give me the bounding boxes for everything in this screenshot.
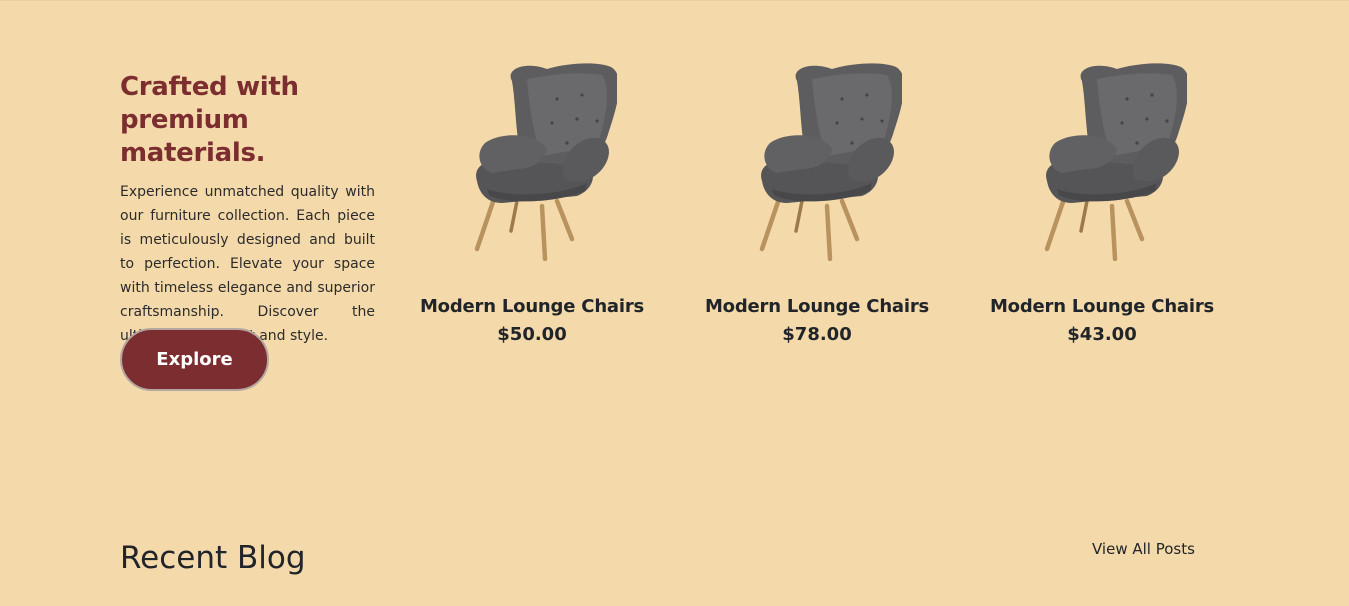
intro-text: Experience unmatched quality with our fu… bbox=[120, 184, 375, 344]
product-card[interactable]: Modern Lounge Chairs $43.00 bbox=[987, 61, 1217, 347]
explore-button[interactable]: Explore bbox=[120, 328, 269, 391]
armchair-image bbox=[474, 63, 617, 261]
product-name: Modern Lounge Chairs bbox=[704, 296, 930, 317]
heading-line-1: Crafted with bbox=[120, 72, 299, 102]
product-card[interactable]: Modern Lounge Chairs $78.00 bbox=[702, 61, 932, 347]
product-price: $78.00 bbox=[782, 324, 852, 345]
section-heading: Crafted with premium materials. bbox=[120, 71, 375, 170]
product-name: Modern Lounge Chairs bbox=[419, 296, 645, 317]
blog-section-title: Recent Blog bbox=[120, 540, 306, 576]
product-name: Modern Lounge Chairs bbox=[989, 296, 1215, 317]
armchair-image bbox=[759, 63, 902, 261]
product-image[interactable] bbox=[702, 61, 932, 271]
product-price: $50.00 bbox=[497, 324, 567, 345]
product-image[interactable] bbox=[987, 61, 1217, 271]
intro-block: Crafted with premium materials. Experien… bbox=[120, 71, 375, 348]
armchair-image bbox=[1044, 63, 1187, 261]
heading-line-2: premium materials. bbox=[120, 105, 266, 168]
product-image[interactable] bbox=[417, 61, 647, 271]
product-section: Crafted with premium materials. Experien… bbox=[0, 0, 1349, 606]
product-card[interactable]: Modern Lounge Chairs $50.00 bbox=[417, 61, 647, 347]
view-all-posts-link[interactable]: View All Posts bbox=[1092, 539, 1195, 559]
product-price: $43.00 bbox=[1067, 324, 1137, 345]
